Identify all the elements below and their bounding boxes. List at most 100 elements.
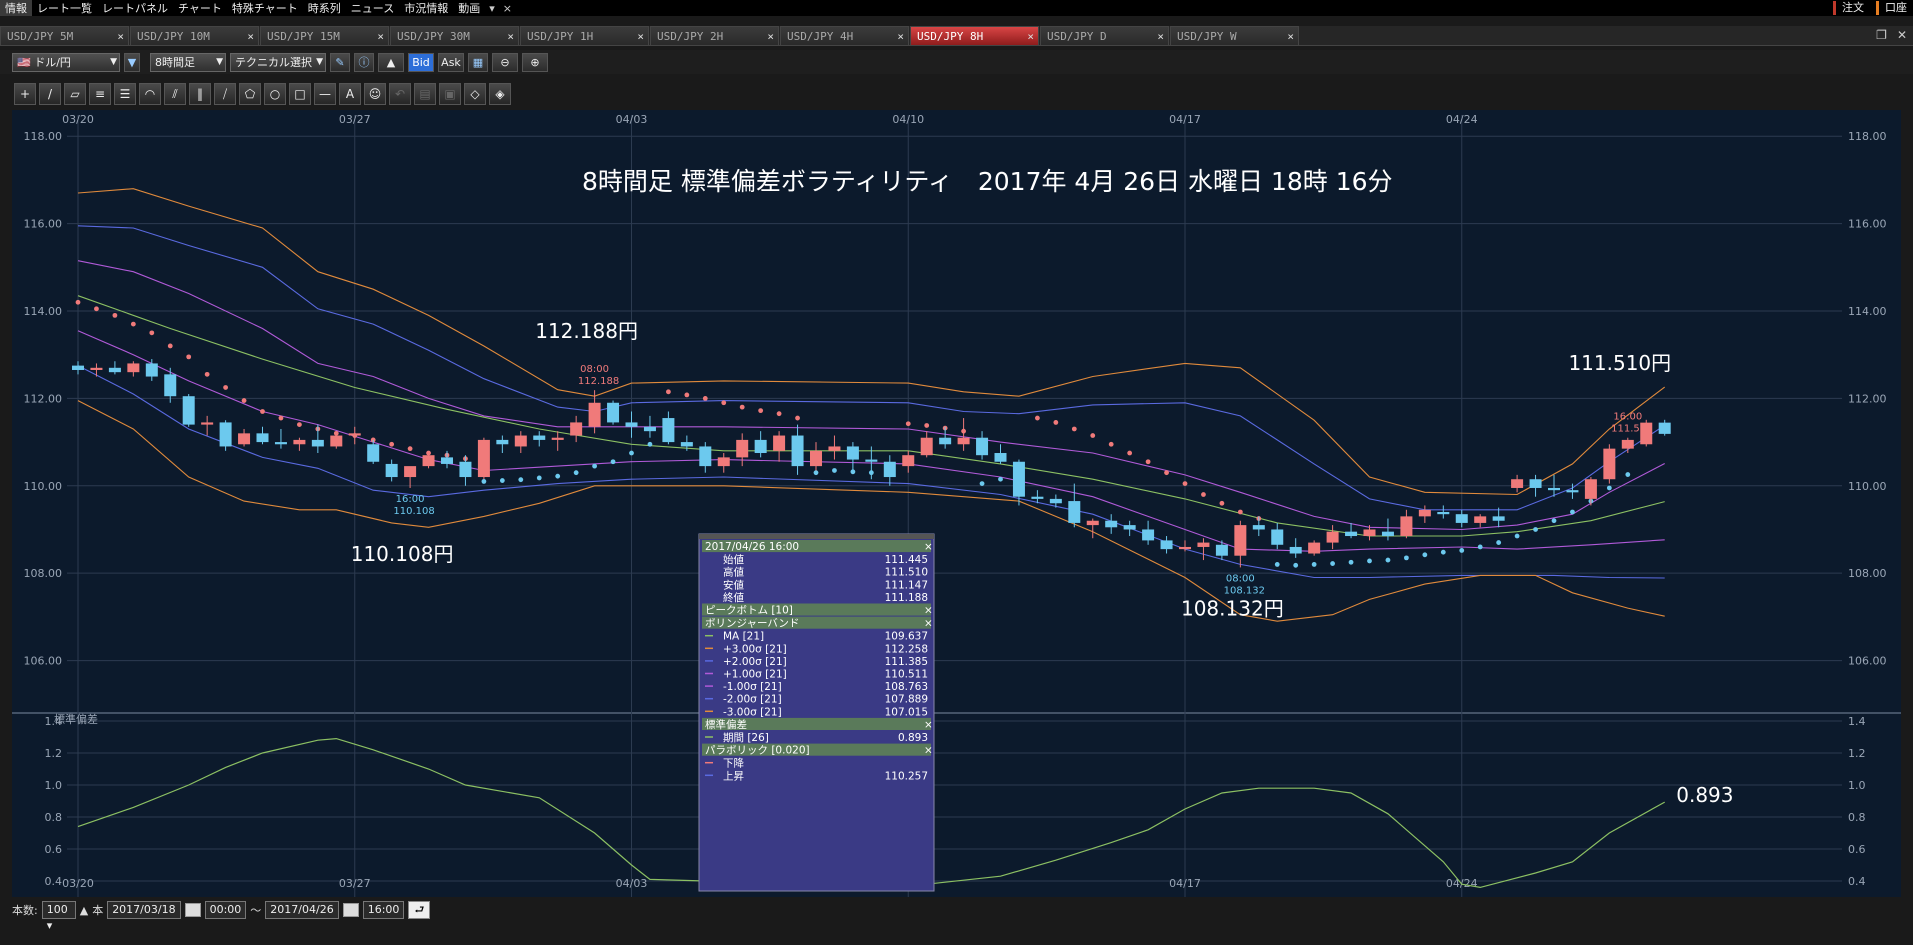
candle-body [1437,512,1450,515]
chart-area[interactable]: 118.00 118.00 116.00 116.00 114.00 114.00 112.… [12,110,1901,897]
date-tick-label-top: 04/17 [1169,113,1201,126]
timeframe-select[interactable]: 8時間足 ▼ [150,52,226,72]
menu-more-button[interactable]: ▾ [485,2,499,15]
ruler-icon[interactable]: ▱ [64,83,86,105]
calendar-icon[interactable] [184,903,201,917]
tab-close-icon[interactable]: × [1287,27,1294,46]
order-button[interactable]: 注文 [1833,1,1870,15]
candle-body [1326,531,1339,543]
menu-close-button[interactable]: × [499,2,516,15]
zoom-out-icon[interactable]: ⊖ [492,52,518,72]
candle-body [1492,516,1505,521]
tab-usd-jpy-15m[interactable]: USD/JPY 15M × [260,26,389,45]
pen-icon[interactable]: ✎ [330,52,350,72]
menu-item-market-info[interactable]: 市況情報 [399,0,453,16]
tab-close-icon[interactable]: × [897,27,904,46]
sar-dot [149,330,155,336]
count-up-icon[interactable]: ▲ [80,904,88,917]
tab-usd-jpy-30m[interactable]: USD/JPY 30M × [390,26,519,45]
menu-item-video[interactable]: 動画 [453,0,485,16]
candle-body [1068,501,1081,523]
start-date-field[interactable]: 2017/03/18 [107,901,181,919]
bid-button[interactable]: Bid [408,52,434,72]
chart-window-icon[interactable]: ▦ [468,52,488,72]
tab-close-icon[interactable]: × [1027,27,1034,46]
date-tick-label-top: 04/10 [892,113,924,126]
fibonacci-icon[interactable]: ☰ [114,83,136,105]
price-chart[interactable]: 118.00 118.00 116.00 116.00 114.00 114.00 112.… [12,110,1901,897]
candle-body [1529,479,1542,488]
menu-item-time-series[interactable]: 時系列 [303,0,346,16]
extreme-time-label: 16:00 [396,494,425,505]
date-tick-label-bottom: 04/17 [1169,877,1201,890]
tab-close-icon[interactable]: × [637,27,644,46]
rectangle-icon[interactable]: □ [289,83,311,105]
tab-close-icon[interactable]: × [1157,27,1164,46]
start-time-field[interactable]: 00:00 [204,901,247,919]
account-button[interactable]: 口座 [1876,1,1913,15]
eraser-icon[interactable]: ◇ [464,83,486,105]
sar-dot [666,389,671,395]
menu-item-chart[interactable]: チャート [173,0,227,16]
chart-style-icon[interactable]: ▲ [378,52,404,72]
tab-usd-jpy-d[interactable]: USD/JPY D × [1040,26,1169,45]
text-icon[interactable]: A [339,83,361,105]
tab-close-icon[interactable]: × [117,27,124,46]
tab-usd-jpy-5m[interactable]: USD/JPY 5M × [0,26,129,45]
menu-item-rate-panel[interactable]: レートパネル [97,0,173,16]
menu-item-info[interactable]: 情報 [0,0,32,16]
circle-icon[interactable]: ○ [264,83,286,105]
ask-button[interactable]: Ask [438,52,464,72]
calendar-icon[interactable] [342,903,359,917]
sar-dot [389,441,395,447]
delete-icon[interactable]: ▤ [414,83,436,105]
candle-body [367,444,380,462]
tab-usd-jpy-10m[interactable]: USD/JPY 10M × [130,26,259,45]
zoom-in-icon[interactable]: ⊕ [522,52,548,72]
trendline-icon[interactable]: / [39,83,61,105]
hline-icon[interactable]: ≡ [89,83,111,105]
candle-body [72,365,84,370]
menu-item-news[interactable]: ニュース [346,0,399,16]
tab-close-icon[interactable]: × [507,27,514,46]
menu-item-special-chart[interactable]: 特殊チャート [227,0,303,16]
end-date-field[interactable]: 2017/04/26 [265,901,339,919]
horizontal-line-icon[interactable]: — [314,83,336,105]
sar-dot [167,343,173,349]
candle-body [182,396,195,425]
pair-dropdown-button[interactable]: ▼ [124,52,140,72]
restore-icon[interactable]: ❐ [1876,28,1887,42]
candle-body [201,422,214,425]
tab-usd-jpy-w[interactable]: USD/JPY W × [1170,26,1299,45]
tab-usd-jpy-8h[interactable]: USD/JPY 8H × [910,26,1039,45]
tab-close-icon[interactable]: × [377,27,384,46]
sar-dot [629,450,634,456]
tab-usd-jpy-2h[interactable]: USD/JPY 2H × [650,26,779,45]
gann-icon[interactable]: ⫽ [164,83,186,105]
apply-button[interactable]: ⮐ [408,901,431,919]
tab-usd-jpy-4h[interactable]: USD/JPY 4H × [780,26,909,45]
count-select[interactable]: 100 ▾ [41,901,76,932]
close-icon[interactable]: ✕ [1897,28,1907,42]
tab-close-icon[interactable]: × [247,27,254,46]
sar-dot [998,476,1003,482]
eraser-all-icon[interactable]: ◈ [489,83,511,105]
pair-select[interactable]: 🇺🇸 ドル/円 ▼ [12,52,120,72]
menu-item-rate-list[interactable]: レート一覧 [32,0,97,16]
end-time-field[interactable]: 16:00 [362,901,405,919]
std-tick-label-left: 1.2 [45,747,63,760]
channel-icon[interactable]: ⧸ [214,83,236,105]
fan-icon[interactable]: ◠ [139,83,161,105]
tab-usd-jpy-1h[interactable]: USD/JPY 1H × [520,26,649,45]
crosshair-icon[interactable]: + [14,83,36,105]
vline-icon[interactable]: ‖ [189,83,211,105]
panel-row-label: MA [21] [723,631,764,643]
sar-dot [1514,533,1520,539]
info-icon[interactable]: ⓘ [354,52,374,72]
technical-select[interactable]: テクニカル選択 ▼ [230,52,326,72]
copy-icon[interactable]: ▣ [439,83,461,105]
icon-tool-icon[interactable]: ☺ [364,83,386,105]
polygon-icon[interactable]: ⬠ [239,83,261,105]
tab-close-icon[interactable]: × [767,27,774,46]
undo-icon[interactable]: ↶ [389,83,411,105]
